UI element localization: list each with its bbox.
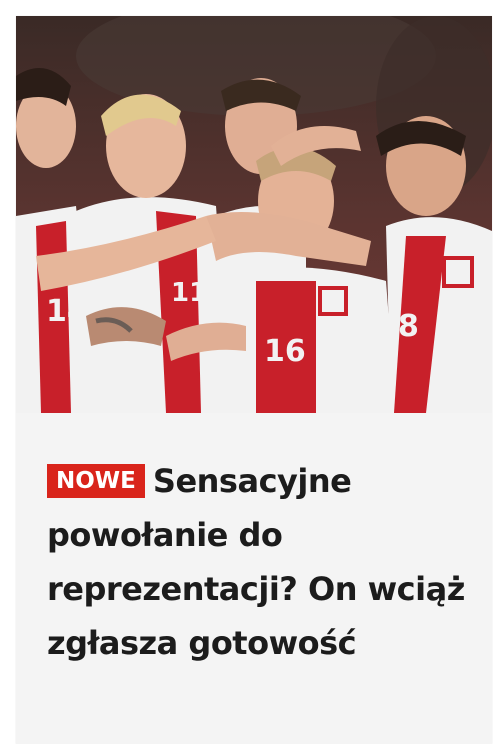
svg-text:16: 16 [264, 334, 306, 369]
article-card[interactable]: 14 11 16 8 NOWE Sensacyjne powołanie do … [16, 16, 492, 744]
article-text[interactable]: NOWE Sensacyjne powołanie do reprezentacj… [47, 454, 467, 670]
svg-text:11: 11 [171, 278, 207, 308]
article-headline[interactable]: NOWE Sensacyjne powołanie do reprezentacj… [47, 454, 467, 670]
article-photo[interactable]: 14 11 16 8 [16, 16, 492, 413]
new-badge: NOWE [47, 464, 145, 498]
svg-text:8: 8 [398, 309, 419, 344]
players-photo-illustration: 14 11 16 8 [16, 16, 492, 413]
